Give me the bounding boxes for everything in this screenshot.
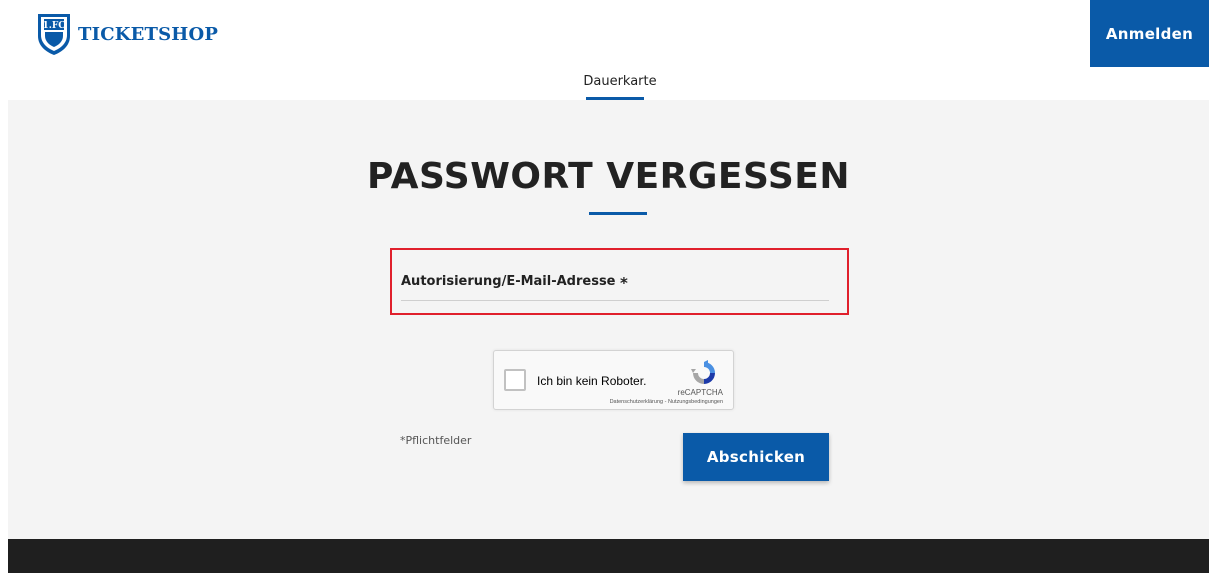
required-fields-note: *Pflichtfelder bbox=[400, 434, 472, 447]
brand-name: TICKETSHOP bbox=[78, 23, 219, 45]
recaptcha-checkbox[interactable] bbox=[504, 369, 526, 391]
site-footer bbox=[8, 539, 1209, 573]
main-content: PASSWORT VERGESSEN Autorisierung/E-Mail-… bbox=[8, 100, 1209, 539]
tab-dauerkarte[interactable]: Dauerkarte bbox=[560, 74, 680, 89]
recaptcha-logo-icon bbox=[691, 360, 715, 384]
site-header: 1.FC TICKETSHOP Anmelden Dauerkarte bbox=[0, 0, 1209, 100]
email-field[interactable] bbox=[401, 296, 829, 301]
email-field-highlight: Autorisierung/E-Mail-Adresse * bbox=[390, 248, 849, 315]
page-title: PASSWORT VERGESSEN bbox=[367, 156, 850, 197]
submit-button[interactable]: Abschicken bbox=[683, 433, 829, 481]
logo-link[interactable]: 1.FC TICKETSHOP bbox=[36, 12, 218, 56]
recaptcha-widget: Ich bin kein Roboter. reCAPTCHA Datensch… bbox=[493, 350, 734, 410]
email-field-label-text: Autorisierung/E-Mail-Adresse bbox=[401, 274, 616, 289]
title-divider bbox=[589, 212, 647, 215]
recaptcha-label: Ich bin kein Roboter. bbox=[537, 374, 647, 388]
email-field-label: Autorisierung/E-Mail-Adresse * bbox=[401, 274, 628, 292]
svg-text:1.FC: 1.FC bbox=[43, 21, 66, 31]
recaptcha-links[interactable]: Datenschutzerklärung - Nutzungsbedingung… bbox=[610, 399, 723, 405]
recaptcha-brand: reCAPTCHA bbox=[677, 388, 723, 397]
club-crest-icon: 1.FC bbox=[38, 14, 70, 55]
login-button[interactable]: Anmelden bbox=[1090, 0, 1209, 67]
required-asterisk: * bbox=[620, 274, 628, 292]
